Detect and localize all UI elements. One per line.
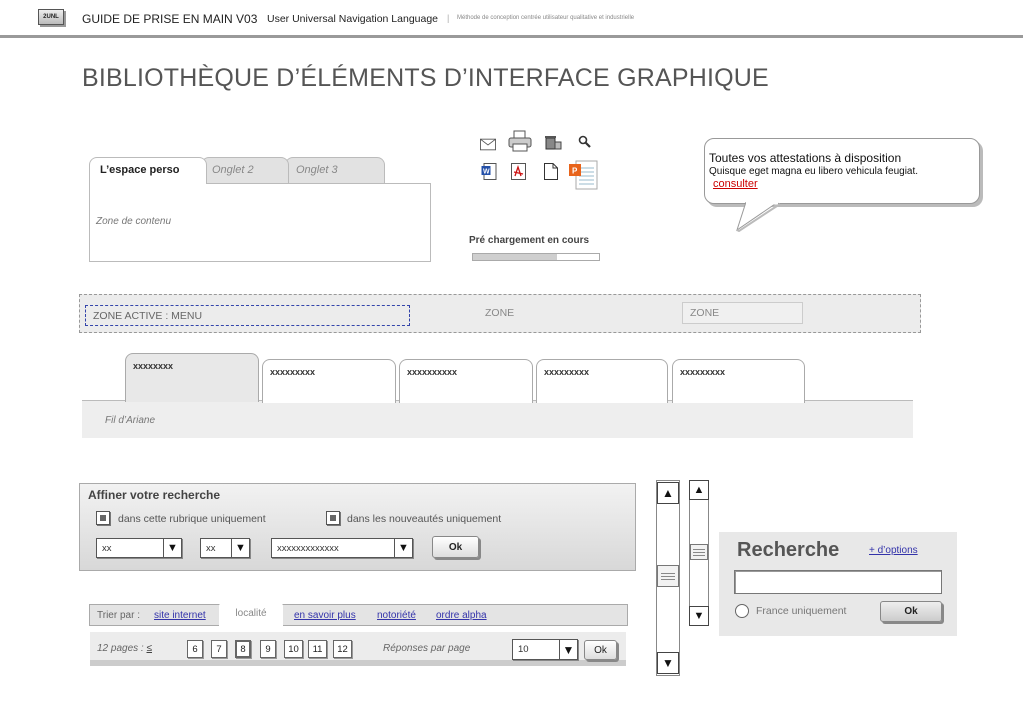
sort-tab-localite[interactable]: localité [219,603,283,633]
breadcrumb: Fil d’Ariane [105,415,156,426]
tab-onglet-3[interactable]: Onglet 3 [285,157,385,183]
page-button[interactable]: 9 [260,640,276,658]
scroll-up-icon[interactable]: ▲ [689,480,709,500]
checkbox-nouveautes-label: dans les nouveautés uniquement [347,513,502,525]
scroll-up-icon[interactable]: ▲ [657,482,679,504]
sort-link-en-savoir-plus[interactable]: en savoir plus [294,610,356,621]
tab-content-label: Zone de contenu [96,216,172,227]
select-3-value: xxxxxxxxxxxxx [277,543,339,554]
powerpoint-icon[interactable]: P [568,160,598,190]
header-title: GUIDE DE PRISE EN MAIN V03 [82,12,258,26]
per-page-select[interactable]: 10 ▼ [512,639,578,660]
pages-count: 12 pages : [97,643,144,654]
bubble-tail [736,202,780,232]
select-2-value: xx [206,543,216,554]
radio-france-label: France uniquement [756,605,847,617]
nav-tab[interactable]: xxxxxxxxx [672,359,805,403]
search-ok-button[interactable]: Ok [880,601,942,622]
scroll-down-icon[interactable]: ▼ [689,606,709,626]
page-button[interactable]: 7 [211,640,227,658]
select-1-value: xx [102,543,112,554]
select-3[interactable]: xxxxxxxxxxxxx ▼ [271,538,413,558]
page-button-current[interactable]: 8 [235,640,251,658]
page-button[interactable]: 12 [333,640,352,658]
page-button[interactable]: 10 [284,640,303,658]
nav-tab[interactable]: xxxxxxxxx [536,359,668,403]
progress-fill [473,254,558,260]
scrollbar-thumb[interactable] [690,544,708,560]
chevron-down-icon: ▼ [559,640,577,659]
logo: 2UNL [38,9,64,25]
tab-onglet-2[interactable]: Onglet 2 [201,157,289,183]
pager-ok-button[interactable]: Ok [584,640,617,660]
checkbox-rubrique[interactable] [96,511,110,525]
sort-link-ordre-alpha[interactable]: ordre alpha [436,610,487,621]
pages-label: 12 pages : ≤ [97,643,152,654]
svg-text:W: W [483,168,490,175]
chevron-down-icon: ▼ [394,539,412,557]
svg-text:P: P [572,167,578,176]
search-more-options-link[interactable]: + d’options [869,545,918,556]
refine-title: Affiner votre recherche [88,488,221,502]
checkbox-rubrique-label: dans cette rubrique uniquement [118,513,266,525]
sort-label: Trier par : [97,610,140,621]
zone-field[interactable]: ZONE [682,302,803,324]
select-2[interactable]: xx ▼ [200,538,250,558]
zone-label: ZONE [485,307,515,319]
per-page-label: Réponses par page [383,643,471,654]
text-doc-icon[interactable] [543,162,559,180]
print-icon[interactable] [508,130,532,152]
pager-prev-link[interactable]: ≤ [147,643,153,654]
per-page-value: 10 [518,644,529,655]
scrollbar-thumb[interactable] [657,565,679,587]
header-divider [0,35,1023,38]
nav-tab-active[interactable]: xxxxxxxx [125,353,259,402]
search-title: Recherche [737,539,840,561]
page-button[interactable]: 11 [308,640,327,658]
zone-active-menu[interactable]: ZONE ACTIVE : MENU [85,305,410,326]
nav-tab[interactable]: xxxxxxxxx [262,359,396,403]
pdf-icon[interactable] [510,162,526,180]
header-subtitle: User Universal Navigation Language [267,13,439,25]
zoom-icon[interactable] [578,135,591,148]
header-description: Méthode de conception centrée utilisateu… [457,15,635,21]
checkbox-nouveautes[interactable] [326,511,340,525]
select-1[interactable]: xx ▼ [96,538,182,558]
radio-france[interactable] [735,604,749,618]
chevron-down-icon: ▼ [163,539,181,557]
bubble-title: Toutes vos attestations à disposition [709,151,902,165]
delete-icon[interactable] [544,134,562,150]
bubble-link-consulter[interactable]: consulter [713,178,758,190]
tab-espace-perso[interactable]: L’espace perso [89,157,207,184]
speech-bubble: Toutes vos attestations à disposition Qu… [704,138,980,204]
chevron-down-icon: ▼ [231,539,249,557]
search-input[interactable] [734,570,942,594]
page-button[interactable]: 6 [187,640,203,658]
nav-bar [82,400,913,438]
preload-label: Pré chargement en cours [469,235,590,246]
sort-link-site-internet[interactable]: site internet [154,610,206,621]
sort-link-notoriete[interactable]: notoriété [377,610,416,621]
mail-icon[interactable] [480,136,496,152]
refine-ok-button[interactable]: Ok [432,536,479,558]
scroll-down-icon[interactable]: ▼ [657,652,679,674]
nav-tab[interactable]: xxxxxxxxxx [399,359,533,403]
bubble-text: Quisque eget magna eu libero vehicula fe… [709,166,919,177]
header-separator: | [447,13,450,23]
page-title: BIBLIOTHÈQUE D’ÉLÉMENTS D’INTERFACE GRAP… [82,64,769,92]
preload-progress-bar [472,253,600,261]
word-doc-icon[interactable]: W [481,162,497,180]
